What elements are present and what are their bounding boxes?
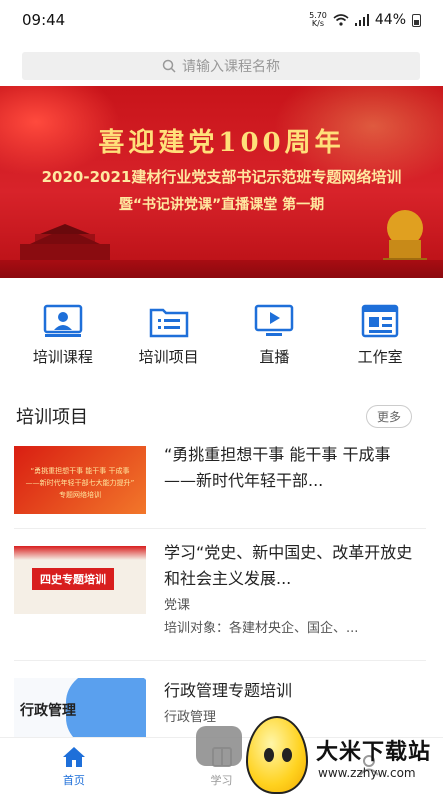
status-icons: 5.70 K/s 44% bbox=[309, 12, 421, 28]
watermark-url: www.zzhyw.com bbox=[318, 766, 416, 780]
battery-text: 44% bbox=[374, 12, 406, 28]
thumb-text: “勇挑重担想干事 能干事 干成事 bbox=[30, 467, 130, 475]
nav-label: 培训项目 bbox=[138, 348, 199, 366]
thumb-decoration bbox=[66, 678, 146, 746]
training-course-icon bbox=[43, 304, 83, 337]
section-title: 培训项目 bbox=[16, 407, 88, 428]
list-item[interactable]: 四史专题培训 学习“党史、新中国史、改革开放史和社会主义发展... 党课 培训对… bbox=[14, 540, 426, 650]
item-title: 学习“党史、新中国史、改革开放史和社会主义发展... bbox=[164, 543, 413, 588]
quick-nav: 培训课程 培训项目 直播 工作室 bbox=[0, 304, 443, 374]
item-text: 学习“党史、新中国史、改革开放史和社会主义发展... 党课 培训对象：各建材央企… bbox=[164, 540, 426, 636]
home-icon bbox=[62, 746, 85, 767]
live-icon bbox=[255, 304, 294, 336]
wifi-icon bbox=[333, 14, 349, 26]
studio-icon bbox=[361, 304, 399, 338]
thumb-decoration bbox=[14, 546, 146, 560]
thumb-text: ——新时代年轻干部七大能力提升” bbox=[25, 479, 135, 487]
divider bbox=[14, 528, 426, 529]
promo-banner[interactable]: 喜迎建党100周年 2020-2021建材行业党支部书记示范班专题网络培训 暨“… bbox=[0, 86, 443, 278]
site-watermark: 大米下载站 www.zzhyw.com bbox=[196, 712, 443, 795]
project-thumbnail: 行政管理 bbox=[14, 678, 146, 746]
project-thumbnail: “勇挑重担想干事 能干事 干成事 ——新时代年轻干部七大能力提升” 专题网络培训 bbox=[14, 446, 146, 514]
thumb-label: 四史专题培训 bbox=[32, 568, 114, 590]
item-title: 行政管理专题培训 bbox=[164, 681, 293, 700]
item-title: “勇挑重担想干事 能干事 干成事 ——新时代年轻干部... bbox=[164, 445, 391, 490]
section-header: 培训项目 更多 bbox=[16, 402, 412, 430]
thumb-text: 行政管理 bbox=[20, 703, 76, 719]
divider bbox=[14, 660, 426, 661]
mascot-logo bbox=[246, 716, 308, 794]
mascot-eye bbox=[264, 748, 274, 762]
battery-icon bbox=[412, 13, 421, 27]
net-speed: 5.70 K/s bbox=[309, 12, 327, 28]
thumb-text: 专题网络培训 bbox=[59, 491, 101, 499]
nav-training-course[interactable]: 培训课程 bbox=[13, 304, 113, 374]
tab-label: 学习 bbox=[210, 773, 233, 787]
nav-label: 工作室 bbox=[357, 348, 403, 366]
item-category: 党课 bbox=[164, 598, 191, 613]
nav-training-project[interactable]: 培训项目 bbox=[119, 304, 219, 374]
item-target: 培训对象：各建材央企、国企、... bbox=[164, 621, 359, 636]
signal-icon bbox=[354, 14, 369, 26]
status-time: 09:44 bbox=[22, 11, 66, 29]
project-thumbnail: 四史专题培训 bbox=[14, 546, 146, 614]
status-bar: 09:44 5.70 K/s 44% bbox=[0, 0, 443, 40]
nav-label: 培训课程 bbox=[32, 348, 93, 366]
net-speed-unit: K/s bbox=[311, 19, 325, 28]
tiananmen-illustration bbox=[20, 224, 110, 260]
item-text: “勇挑重担想干事 能干事 干成事 ——新时代年轻干部... bbox=[164, 442, 426, 494]
search-input[interactable]: 请输入课程名称 bbox=[22, 52, 420, 80]
banner-subtitle: 2020-2021建材行业党支部书记示范班专题网络培训 bbox=[41, 168, 402, 186]
banner-ground bbox=[0, 260, 443, 278]
watermark-text: 大米下载站 bbox=[316, 740, 432, 765]
tab-home[interactable]: 首页 bbox=[0, 738, 148, 795]
more-button[interactable]: 更多 bbox=[365, 404, 412, 428]
nav-label: 直播 bbox=[259, 348, 290, 366]
nav-studio[interactable]: 工作室 bbox=[330, 304, 430, 374]
list-item[interactable]: “勇挑重担想干事 能干事 干成事 ——新时代年轻干部七大能力提升” 专题网络培训… bbox=[14, 442, 426, 518]
banner-title: 喜迎建党100周年 bbox=[98, 128, 345, 158]
floating-bubble bbox=[196, 726, 242, 766]
nav-live[interactable]: 直播 bbox=[224, 304, 324, 374]
search-placeholder: 请输入课程名称 bbox=[182, 59, 280, 75]
lion-statue-illustration bbox=[383, 210, 427, 268]
training-project-icon bbox=[149, 308, 188, 338]
mascot-eye bbox=[282, 748, 292, 762]
search-icon bbox=[162, 59, 176, 73]
tab-label: 首页 bbox=[62, 773, 85, 787]
